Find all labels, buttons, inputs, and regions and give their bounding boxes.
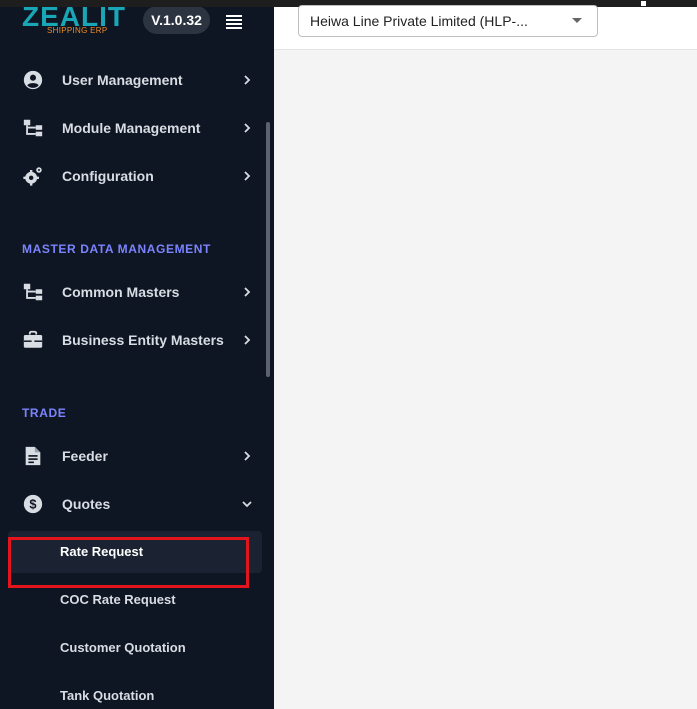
user-circle-icon [23,70,43,90]
sidebar-item-label: Configuration [62,168,154,184]
sidebar-scrollbar[interactable] [266,122,270,377]
section-title-trade: TRADE [22,406,67,420]
company-select-value: Heiwa Line Private Limited (HLP-... [310,13,528,29]
brand-logo[interactable]: ZEALIT SHIPPING ERP [22,7,132,43]
sidebar-item-module-management[interactable]: Module Management [0,108,262,148]
chevron-right-icon [244,75,251,85]
chevron-right-icon [244,287,251,297]
sitemap-icon [23,283,43,301]
svg-text:$: $ [29,497,36,512]
sidebar-item-configuration[interactable]: Configuration [0,156,262,196]
sidebar-item-business-entity-masters[interactable]: Business Entity Masters [0,320,262,360]
logo-subtitle: SHIPPING ERP [47,26,108,35]
submenu-item-label: Tank Quotation [60,688,155,703]
sidebar-item-label: Common Masters [62,284,180,300]
submenu-item-label: COC Rate Request [60,592,176,607]
chevron-down-icon [242,501,252,508]
sidebar-item-user-management[interactable]: User Management [0,60,262,100]
sidebar: ZEALIT SHIPPING ERP V.1.0.32 User Manage… [0,7,274,709]
gears-icon [23,167,42,186]
chevron-right-icon [244,171,251,181]
submenu-item-tank-quotation[interactable]: Tank Quotation [8,675,262,709]
submenu-item-coc-rate-request[interactable]: COC Rate Request [8,579,262,621]
company-select[interactable]: Heiwa Line Private Limited (HLP-... [298,5,598,37]
submenu-item-customer-quotation[interactable]: Customer Quotation [8,627,262,669]
chevron-right-icon [244,335,251,345]
caret-down-icon [572,18,582,23]
sidebar-item-label: Business Entity Masters [62,332,224,348]
window-indicator-dot [641,1,646,6]
sidebar-item-label: Feeder [62,448,108,464]
sidebar-item-label: Module Management [62,120,201,136]
sidebar-item-feeder[interactable]: Feeder [0,436,262,476]
submenu-item-label: Customer Quotation [60,640,186,655]
version-badge: V.1.0.32 [143,7,210,34]
hamburger-menu-icon[interactable] [226,15,242,29]
sitemap-icon [23,119,43,137]
dollar-circle-icon: $ [23,494,43,514]
chevron-right-icon [244,451,251,461]
main-content-area [274,50,697,709]
briefcase-icon [23,330,43,348]
document-icon [25,446,41,466]
sidebar-item-common-masters[interactable]: Common Masters [0,272,262,312]
sidebar-item-label: Quotes [62,496,111,512]
main-header: Heiwa Line Private Limited (HLP-... [274,5,697,50]
chevron-right-icon [244,123,251,133]
sidebar-item-label: User Management [62,72,183,88]
section-title-master-data: MASTER DATA MANAGEMENT [22,242,211,256]
sidebar-item-quotes[interactable]: $ Quotes [0,484,262,524]
